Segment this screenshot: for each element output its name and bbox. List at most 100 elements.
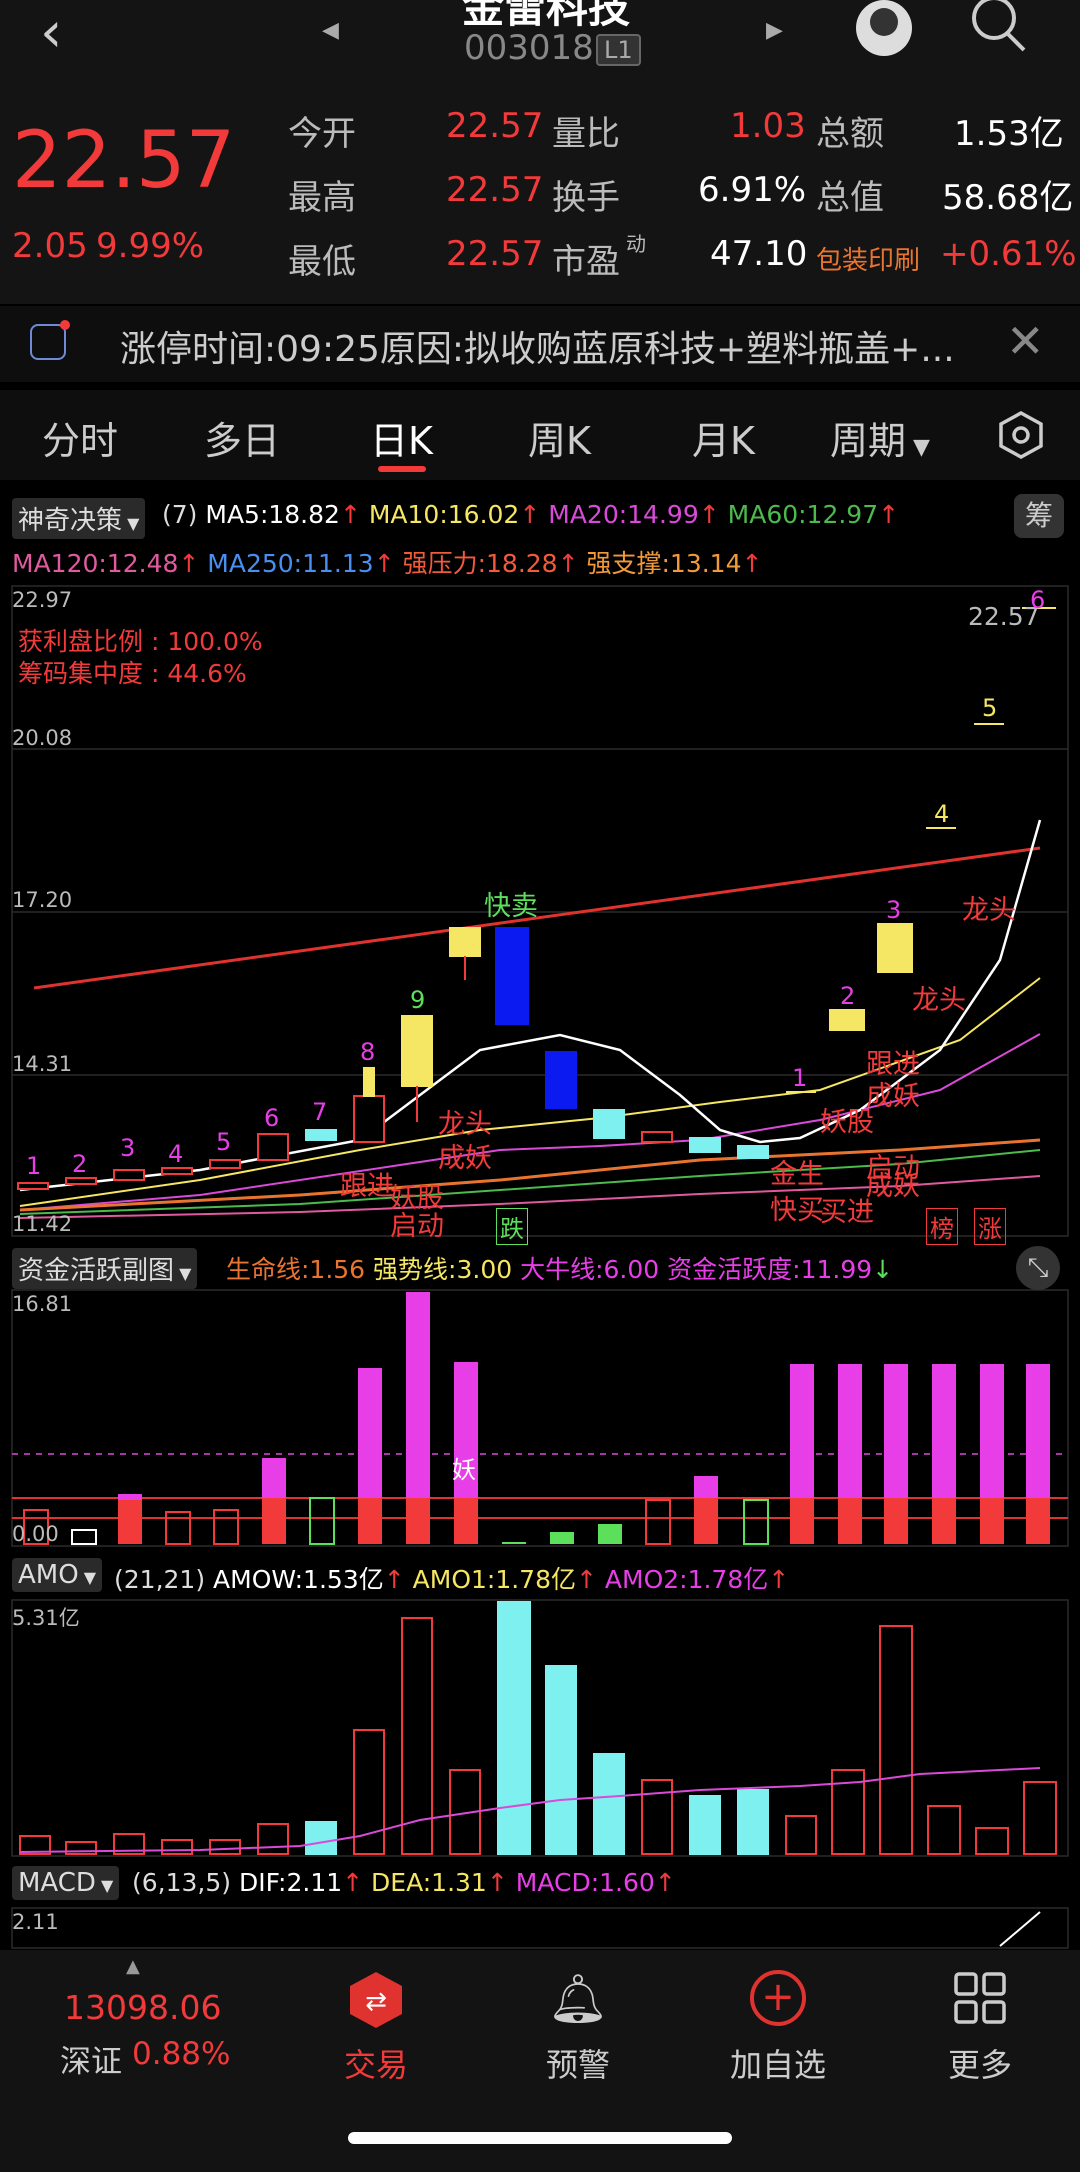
- nav-more-label: 更多: [947, 2046, 1012, 2084]
- annotation-start-2: 启动: [866, 1153, 920, 1184]
- turnover-value: 6.91%: [698, 170, 807, 210]
- amo-selector[interactable]: AMO ▼: [12, 1558, 103, 1592]
- sector-pct: +0.61%: [940, 234, 1077, 274]
- dropdown-triangle-icon: ▼: [78, 1568, 97, 1587]
- settings-hexagon-icon[interactable]: [996, 410, 1046, 460]
- macd-y-top: 2.11: [12, 1910, 59, 1934]
- sector-name[interactable]: 包装印刷: [816, 240, 920, 277]
- price-change: 2.05: [12, 226, 88, 266]
- up-arrow-icon: ↑: [698, 500, 720, 529]
- marker-3: 3: [120, 1134, 136, 1162]
- up-arrow-icon: ↑: [383, 1565, 405, 1594]
- ma-line-1: (7) MA5:18.82↑ MA10:16.02↑ MA20:14.99↑ M…: [162, 500, 899, 529]
- ma5-value: MA5:18.82: [205, 500, 340, 529]
- high-label: 最高: [288, 178, 356, 218]
- up-arrow-icon: ↑: [342, 1868, 364, 1897]
- price-change-pct: 9.99%: [96, 226, 205, 266]
- fund-params: 生命线:1.56 强势线:3.00 大牛线:6.00 资金活跃度:11.99↓: [226, 1250, 893, 1286]
- notice-text: 涨停时间:09:25原因:拟收购蓝原科技+塑料瓶盖+...: [120, 329, 955, 370]
- index-ticker[interactable]: ▲ 13098.06 深证 0.88%: [30, 1956, 230, 2106]
- tab-daily-k[interactable]: 日K: [370, 410, 433, 465]
- annotation-quick-sell: 快卖: [484, 891, 538, 922]
- fund-indicator-selector[interactable]: 资金活跃副图 ▼: [12, 1248, 198, 1289]
- top-bar: ‹ ◀ 金雷科技 003018 L1 ▶: [0, 0, 1080, 88]
- marker-8: 8: [360, 1038, 376, 1066]
- fund-y-top: 16.81: [12, 1292, 73, 1316]
- up-arrow-icon: ↑: [486, 1868, 508, 1897]
- marker-m5: 5: [982, 694, 998, 722]
- caret-up-icon: ▲: [126, 1956, 140, 1977]
- fund-active-value: 资金活跃度:11.99: [667, 1255, 873, 1284]
- nav-alert[interactable]: 🔔︎ 预警: [478, 1970, 678, 2086]
- marker-6: 6: [264, 1104, 280, 1132]
- prev-stock-icon[interactable]: ◀: [322, 18, 339, 43]
- annotation-dragon-head-3: 龙头: [912, 985, 966, 1016]
- y-tick-2: 20.08: [12, 726, 73, 750]
- marker-9: 9: [410, 986, 426, 1014]
- pressure-value: 强压力:18.28: [402, 549, 558, 578]
- amo-y-top: 5.31亿: [12, 1606, 80, 1630]
- annotation-start: 启动: [390, 1211, 444, 1242]
- ma120-value: MA120:12.48: [12, 549, 179, 578]
- annotation-quick-buy: 快买: [770, 1195, 824, 1226]
- amo1-value: AMO1:1.78亿: [412, 1565, 576, 1594]
- chevron-down-icon: ▼: [906, 435, 930, 460]
- assistant-avatar-icon[interactable]: [856, 0, 912, 56]
- down-arrow-icon: ↓: [872, 1255, 894, 1284]
- macd-value: MACD:1.60: [515, 1868, 655, 1897]
- amow-value: AMOW:1.53亿: [213, 1565, 384, 1594]
- notice-bell-icon: [30, 320, 70, 360]
- level-badge: L1: [596, 34, 641, 66]
- nav-trade[interactable]: ⇄ 交易: [276, 1970, 476, 2086]
- stock-code: 003018: [464, 28, 594, 68]
- amount-label: 总额: [816, 114, 884, 154]
- amo-params: (21,21) AMOW:1.53亿↑ AMO1:1.78亿↑ AMO2:1.7…: [114, 1560, 789, 1596]
- strong-line-value: 强势线:3.00: [373, 1255, 513, 1284]
- tab-multiday[interactable]: 多日: [204, 410, 280, 465]
- tag-rise: 涨: [974, 1208, 1006, 1245]
- tab-weekly-k[interactable]: 周K: [528, 410, 591, 465]
- marker-4: 4: [168, 1140, 184, 1168]
- macd-period: (6,13,5): [132, 1868, 232, 1897]
- chip-button[interactable]: 筹: [1014, 494, 1064, 538]
- indicator-selector[interactable]: 神奇决策 ▼: [12, 498, 146, 539]
- pe-label: 市盈: [552, 242, 620, 282]
- up-arrow-icon: ↑: [557, 549, 579, 578]
- up-arrow-icon: ↑: [178, 549, 200, 578]
- ma-line-2: MA120:12.48↑ MA250:11.13↑ 强压力:18.28↑ 强支撑…: [12, 544, 762, 580]
- support-value: 强支撑:13.14: [586, 549, 742, 578]
- up-arrow-icon: ↑: [654, 1868, 676, 1897]
- back-icon[interactable]: ‹: [40, 0, 62, 65]
- y-tick-5: 11.42: [12, 1212, 73, 1236]
- index-value: 13098.06: [64, 1988, 222, 2027]
- search-icon[interactable]: [970, 0, 1026, 52]
- expand-icon[interactable]: ⤡: [1016, 1246, 1060, 1290]
- high-value: 22.57: [446, 170, 544, 210]
- up-arrow-icon: ↑: [768, 1565, 790, 1594]
- annotation-demon-forming-3: 成妖: [866, 1081, 920, 1112]
- marker-5: 5: [216, 1128, 232, 1156]
- add-circle-icon: +: [750, 1970, 806, 2026]
- fund-y-bottom: 0.00: [12, 1522, 59, 1546]
- nav-more[interactable]: 更多: [880, 1970, 1080, 2086]
- tab-intraday[interactable]: 分时: [42, 410, 118, 465]
- close-notice-icon[interactable]: ✕: [1006, 314, 1045, 368]
- macd-selector[interactable]: MACD ▼: [12, 1866, 120, 1900]
- amo-period: (21,21): [114, 1565, 206, 1594]
- mktcap-value: 58.68亿: [942, 178, 1074, 218]
- home-indicator: [348, 2132, 732, 2144]
- indicator-name: 神奇决策: [18, 506, 123, 536]
- nav-add-watchlist[interactable]: + 加自选: [678, 1970, 878, 2086]
- macd-params: (6,13,5) DIF:2.11↑ DEA:1.31↑ MACD:1.60↑: [132, 1868, 676, 1897]
- tab-monthly-k[interactable]: 月K: [692, 410, 755, 465]
- next-stock-icon[interactable]: ▶: [766, 18, 783, 43]
- ma20-value: MA20:14.99: [548, 500, 699, 529]
- amo-name: AMO: [18, 1560, 79, 1590]
- limit-up-notice[interactable]: 涨停时间:09:25原因:拟收购蓝原科技+塑料瓶盖+... ✕: [0, 306, 1080, 382]
- up-arrow-icon: ↑: [878, 500, 900, 529]
- tab-period[interactable]: 周期 ▼: [830, 410, 930, 465]
- annotation-golden: 金生: [770, 1159, 824, 1190]
- bull-line-value: 大牛线:6.00: [520, 1255, 660, 1284]
- trade-hexagon-icon: ⇄: [346, 1970, 406, 2030]
- up-arrow-icon: ↑: [339, 500, 361, 529]
